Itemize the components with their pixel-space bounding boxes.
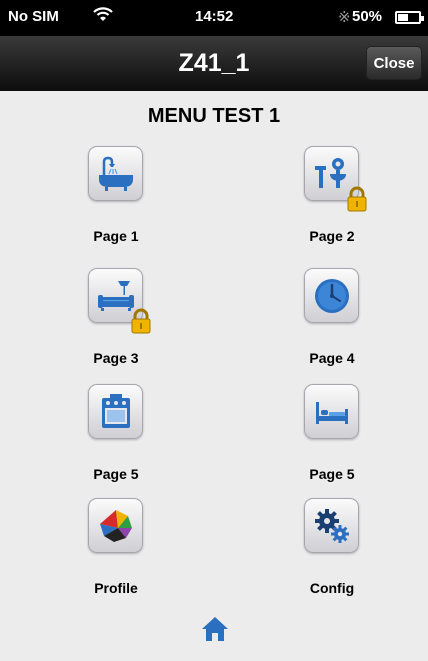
page-4-button[interactable]	[304, 268, 359, 323]
battery-percentage: 50%	[352, 8, 383, 25]
oven-icon	[102, 394, 130, 428]
navigation-bar: Z41_1 Close	[0, 36, 428, 91]
page-4-label: Page 4	[309, 350, 355, 366]
page-5-button[interactable]	[88, 384, 143, 439]
close-button[interactable]: Close	[366, 46, 422, 80]
config-label: Config	[309, 580, 355, 596]
page-1-button[interactable]	[88, 146, 143, 201]
wifi-icon	[92, 4, 114, 28]
status-bar: No SIM 14:52 ※ 50%	[0, 0, 428, 36]
lock-icon	[131, 308, 151, 334]
clock-icon	[315, 279, 349, 313]
page-5-bed-button[interactable]	[304, 384, 359, 439]
carrier-label: No SIM	[8, 8, 59, 25]
bed-icon	[316, 402, 348, 424]
battery-icon	[395, 11, 424, 24]
page-3-label: Page 3	[93, 350, 139, 366]
page-1-label: Page 1	[93, 228, 139, 244]
lock-icon	[347, 186, 367, 212]
bluetooth-icon: ※	[338, 9, 351, 26]
page-5-bed-label: Page 5	[309, 466, 355, 482]
bathtub-icon	[99, 156, 133, 191]
profile-button[interactable]	[88, 498, 143, 553]
nav-title: Z41_1	[178, 49, 250, 77]
gears-icon	[315, 509, 349, 543]
color-palette-icon	[100, 510, 132, 542]
clock-time: 14:52	[195, 8, 234, 25]
page-2-label: Page 2	[309, 228, 355, 244]
home-icon[interactable]	[200, 614, 230, 644]
page-5-label: Page 5	[93, 466, 139, 482]
config-button[interactable]	[304, 498, 359, 553]
menu-title: MENU TEST 1	[147, 105, 281, 127]
profile-label: Profile	[94, 580, 138, 596]
